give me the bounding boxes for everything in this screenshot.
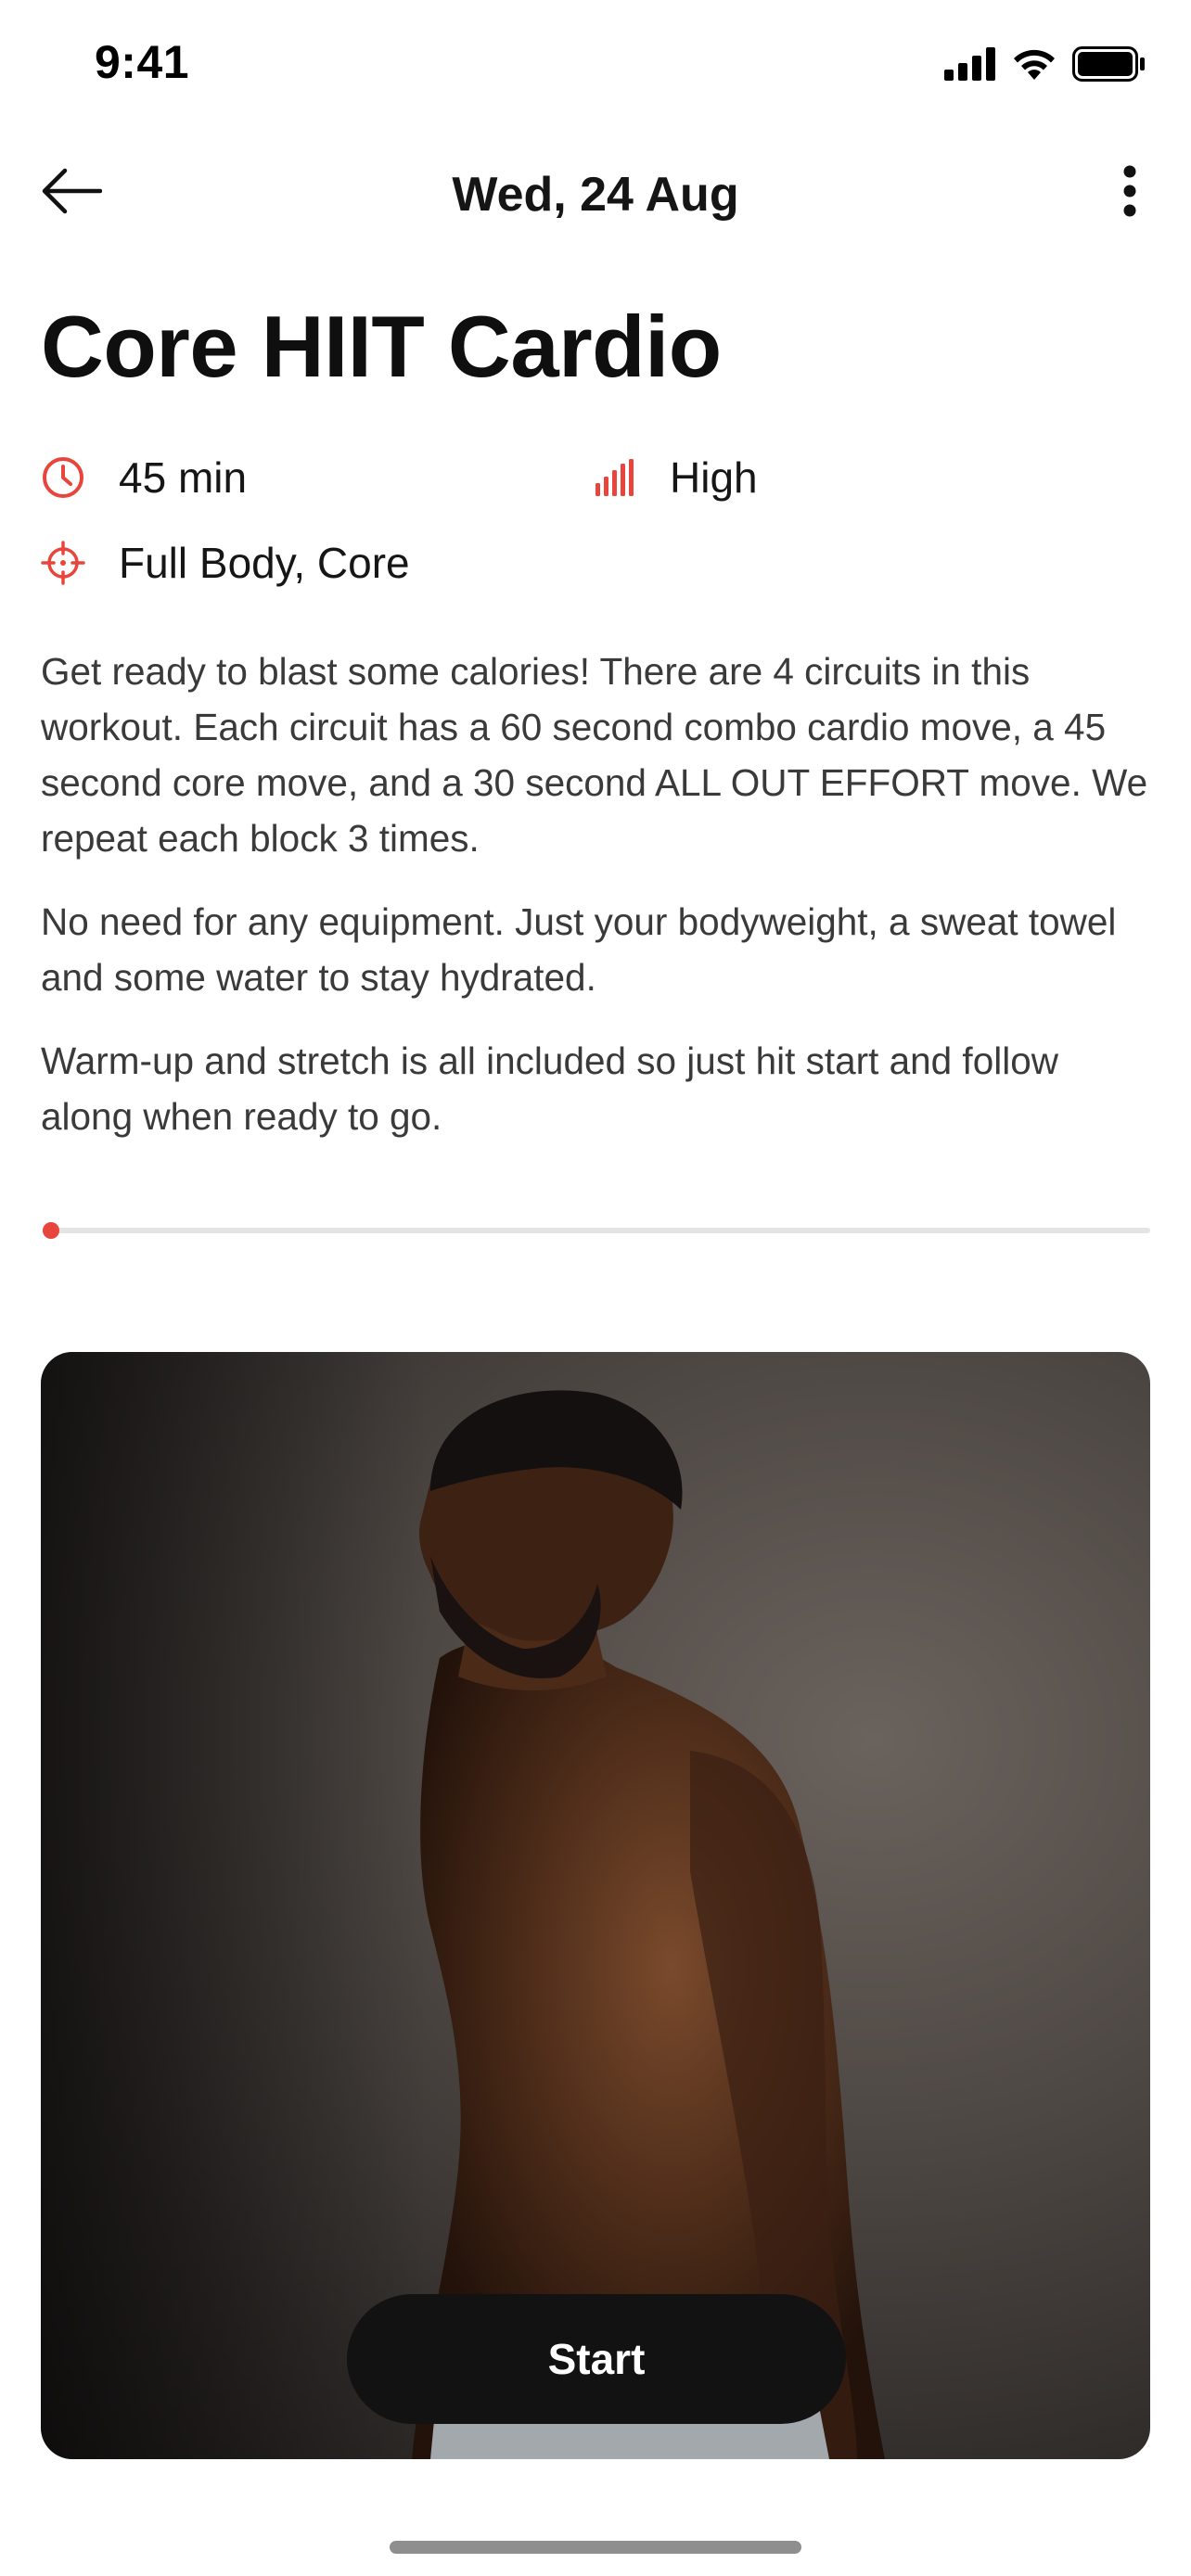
header-date: Wed, 24 Aug [452,168,739,222]
home-indicator[interactable] [390,2541,801,2554]
duration-meta: 45 min [41,453,247,503]
description-paragraph: Get ready to blast some calories! There … [41,650,1148,860]
focus-label: Full Body, Core [119,539,410,587]
more-vertical-icon [1122,165,1137,222]
clock-icon [41,455,85,500]
workout-title: Core HIIT Cardio [41,298,722,395]
athlete-photo [41,1352,1150,2459]
more-options-button[interactable] [1102,163,1158,223]
focus-meta: Full Body, Core [41,538,410,588]
description-paragraph: Warm-up and stretch is all included so j… [41,1039,1058,1138]
start-button[interactable]: Start [347,2294,846,2424]
intensity-meta: High [592,453,758,503]
intensity-label: High [670,453,758,502]
intensity-bars-icon [592,455,636,500]
battery-icon [1072,46,1146,86]
workout-progress-bar [43,1222,1150,1239]
workout-description: Get ready to blast some calories! There … [41,644,1154,1172]
workout-hero-image [41,1352,1150,2459]
signal-icon [944,47,996,85]
status-time: 9:41 [95,36,190,88]
description-paragraph: No need for any equipment. Just your bod… [41,900,1117,999]
target-icon [41,541,85,585]
progress-indicator [43,1222,59,1239]
wifi-icon [1011,46,1057,86]
status-icons [944,46,1146,86]
duration-label: 45 min [119,453,248,502]
